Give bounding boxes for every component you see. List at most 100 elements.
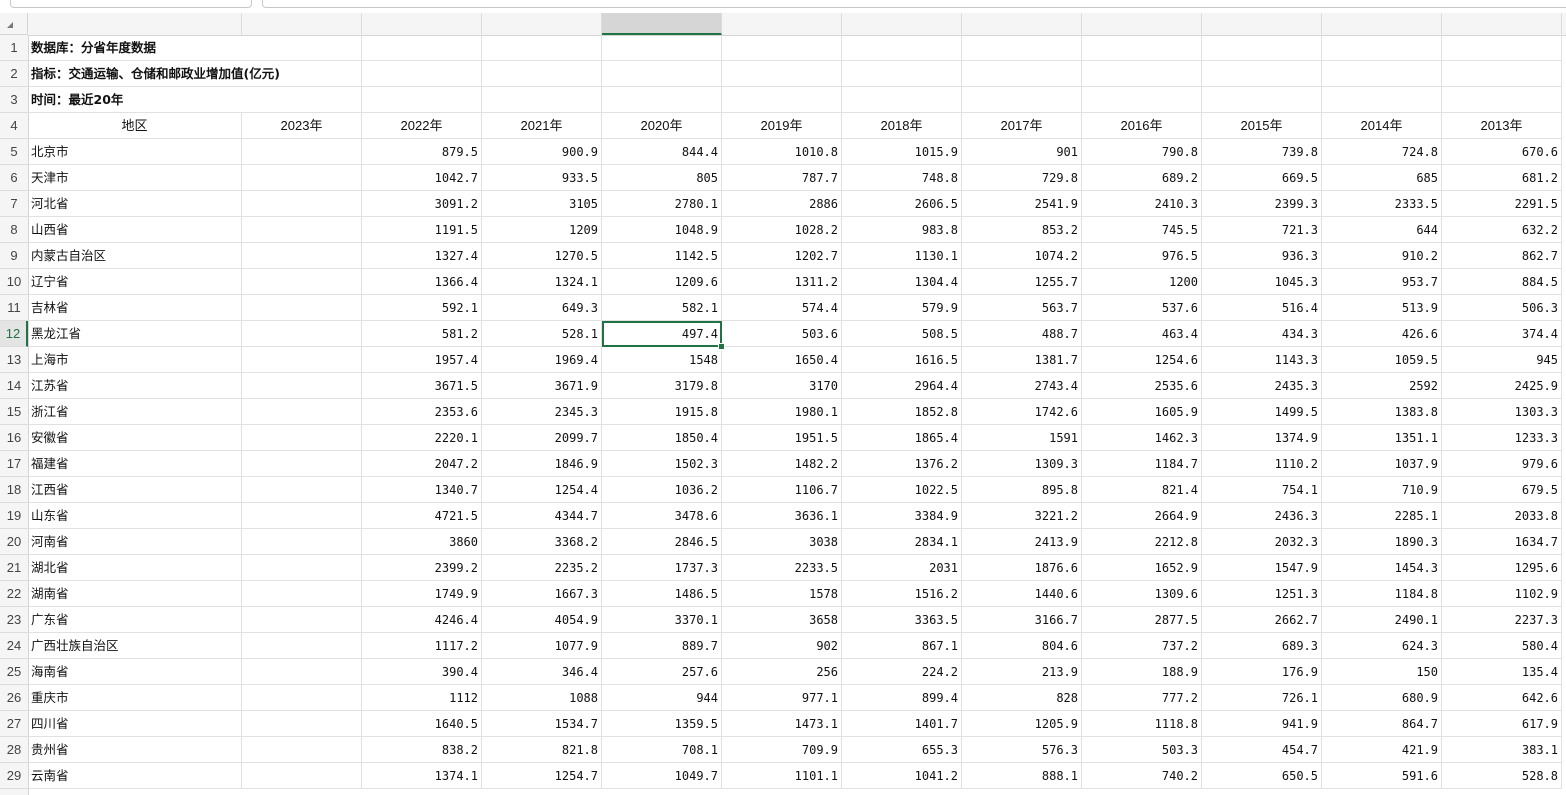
cell-l12[interactable]: 374.4 bbox=[1442, 321, 1562, 347]
column-header-a[interactable] bbox=[28, 13, 242, 35]
cell-d19[interactable]: 4344.7 bbox=[482, 503, 602, 529]
cell-b28[interactable] bbox=[242, 737, 362, 763]
cell-e15[interactable]: 1915.8 bbox=[602, 399, 722, 425]
cell-j12[interactable]: 434.3 bbox=[1202, 321, 1322, 347]
cell-c16[interactable]: 2220.1 bbox=[362, 425, 482, 451]
cell-e9[interactable]: 1142.5 bbox=[602, 243, 722, 269]
row-header-10[interactable]: 10 bbox=[0, 269, 28, 295]
cell-c24[interactable]: 1117.2 bbox=[362, 633, 482, 659]
cell-l4[interactable]: 2013年 bbox=[1442, 113, 1562, 139]
row-header-18[interactable]: 18 bbox=[0, 477, 28, 503]
cell-j19[interactable]: 2436.3 bbox=[1202, 503, 1322, 529]
cell-k24[interactable]: 624.3 bbox=[1322, 633, 1442, 659]
column-header-b[interactable] bbox=[242, 13, 362, 35]
cell-e24[interactable]: 889.7 bbox=[602, 633, 722, 659]
cell-f11[interactable]: 574.4 bbox=[722, 295, 842, 321]
cell-b4[interactable]: 2023年 bbox=[242, 113, 362, 139]
cell-i6[interactable]: 689.2 bbox=[1082, 165, 1202, 191]
cell-j28[interactable]: 454.7 bbox=[1202, 737, 1322, 763]
cell-j14[interactable]: 2435.3 bbox=[1202, 373, 1322, 399]
cell-c4[interactable]: 2022年 bbox=[362, 113, 482, 139]
cell-b8[interactable] bbox=[242, 217, 362, 243]
cell-g22[interactable]: 1516.2 bbox=[842, 581, 962, 607]
column-header-c[interactable] bbox=[362, 13, 482, 35]
cell-l17[interactable]: 979.6 bbox=[1442, 451, 1562, 477]
cell-f18[interactable]: 1106.7 bbox=[722, 477, 842, 503]
cell-j2[interactable] bbox=[1202, 61, 1322, 87]
cell-e17[interactable]: 1502.3 bbox=[602, 451, 722, 477]
cell-b3[interactable] bbox=[242, 87, 362, 113]
cell-b27[interactable] bbox=[242, 711, 362, 737]
cell-h4[interactable]: 2017年 bbox=[962, 113, 1082, 139]
cell-h29[interactable]: 888.1 bbox=[962, 763, 1082, 789]
cell-a2[interactable]: 指标：交通运输、仓储和邮政业增加值(亿元) bbox=[28, 61, 280, 87]
cell-b20[interactable] bbox=[242, 529, 362, 555]
cell-d6[interactable]: 933.5 bbox=[482, 165, 602, 191]
cell-k23[interactable]: 2490.1 bbox=[1322, 607, 1442, 633]
cell-k13[interactable]: 1059.5 bbox=[1322, 347, 1442, 373]
cell-h24[interactable]: 804.6 bbox=[962, 633, 1082, 659]
cell-a11[interactable]: 吉林省 bbox=[28, 295, 242, 321]
cell-l23[interactable]: 2237.3 bbox=[1442, 607, 1562, 633]
cell-b1[interactable] bbox=[242, 35, 362, 61]
cell-b17[interactable] bbox=[242, 451, 362, 477]
cell-h10[interactable]: 1255.7 bbox=[962, 269, 1082, 295]
row-header-17[interactable]: 17 bbox=[0, 451, 28, 477]
column-header-k[interactable] bbox=[1322, 13, 1442, 35]
cell-d21[interactable]: 2235.2 bbox=[482, 555, 602, 581]
cell-g20[interactable]: 2834.1 bbox=[842, 529, 962, 555]
cell-l25[interactable]: 135.4 bbox=[1442, 659, 1562, 685]
cell-a26[interactable]: 重庆市 bbox=[28, 685, 242, 711]
cell-k7[interactable]: 2333.5 bbox=[1322, 191, 1442, 217]
cell-c15[interactable]: 2353.6 bbox=[362, 399, 482, 425]
cell-f13[interactable]: 1650.4 bbox=[722, 347, 842, 373]
cell-l24[interactable]: 580.4 bbox=[1442, 633, 1562, 659]
cell-k15[interactable]: 1383.8 bbox=[1322, 399, 1442, 425]
cell-i27[interactable]: 1118.8 bbox=[1082, 711, 1202, 737]
cell-c13[interactable]: 1957.4 bbox=[362, 347, 482, 373]
row-header-3[interactable]: 3 bbox=[0, 87, 28, 113]
cell-e5[interactable]: 844.4 bbox=[602, 139, 722, 165]
cell-d26[interactable]: 1088 bbox=[482, 685, 602, 711]
cell-h21[interactable]: 1876.6 bbox=[962, 555, 1082, 581]
cell-j15[interactable]: 1499.5 bbox=[1202, 399, 1322, 425]
cell-f6[interactable]: 787.7 bbox=[722, 165, 842, 191]
cell-i5[interactable]: 790.8 bbox=[1082, 139, 1202, 165]
cell-i20[interactable]: 2212.8 bbox=[1082, 529, 1202, 555]
fill-handle[interactable] bbox=[718, 343, 725, 350]
row-header-19[interactable]: 19 bbox=[0, 503, 28, 529]
cell-a9[interactable]: 内蒙古自治区 bbox=[28, 243, 242, 269]
cell-l7[interactable]: 2291.5 bbox=[1442, 191, 1562, 217]
cell-h15[interactable]: 1742.6 bbox=[962, 399, 1082, 425]
cell-l8[interactable]: 632.2 bbox=[1442, 217, 1562, 243]
cell-d20[interactable]: 3368.2 bbox=[482, 529, 602, 555]
cell-g11[interactable]: 579.9 bbox=[842, 295, 962, 321]
cell-b15[interactable] bbox=[242, 399, 362, 425]
cell-f2[interactable] bbox=[722, 61, 842, 87]
cell-j7[interactable]: 2399.3 bbox=[1202, 191, 1322, 217]
cell-k14[interactable]: 2592 bbox=[1322, 373, 1442, 399]
cell-a27[interactable]: 四川省 bbox=[28, 711, 242, 737]
cell-f3[interactable] bbox=[722, 87, 842, 113]
cell-e29[interactable]: 1049.7 bbox=[602, 763, 722, 789]
cell-h17[interactable]: 1309.3 bbox=[962, 451, 1082, 477]
cell-i21[interactable]: 1652.9 bbox=[1082, 555, 1202, 581]
cell-g18[interactable]: 1022.5 bbox=[842, 477, 962, 503]
cell-d2[interactable] bbox=[482, 61, 602, 87]
cell-g19[interactable]: 3384.9 bbox=[842, 503, 962, 529]
cell-d14[interactable]: 3671.9 bbox=[482, 373, 602, 399]
cell-l20[interactable]: 1634.7 bbox=[1442, 529, 1562, 555]
cell-e14[interactable]: 3179.8 bbox=[602, 373, 722, 399]
cell-j23[interactable]: 2662.7 bbox=[1202, 607, 1322, 633]
cell-k12[interactable]: 426.6 bbox=[1322, 321, 1442, 347]
cell-a13[interactable]: 上海市 bbox=[28, 347, 242, 373]
cell-g8[interactable]: 983.8 bbox=[842, 217, 962, 243]
cell-c26[interactable]: 1112 bbox=[362, 685, 482, 711]
cell-a15[interactable]: 浙江省 bbox=[28, 399, 242, 425]
cell-d27[interactable]: 1534.7 bbox=[482, 711, 602, 737]
row-header-9[interactable]: 9 bbox=[0, 243, 28, 269]
cell-b2[interactable] bbox=[242, 61, 362, 87]
cell-a5[interactable]: 北京市 bbox=[28, 139, 242, 165]
cell-a6[interactable]: 天津市 bbox=[28, 165, 242, 191]
cell-d11[interactable]: 649.3 bbox=[482, 295, 602, 321]
